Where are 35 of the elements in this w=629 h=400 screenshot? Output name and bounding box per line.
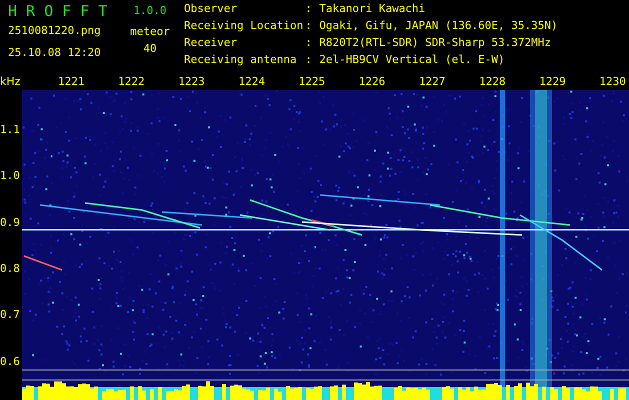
axis-label: 0.9 <box>0 214 21 231</box>
info-value: Takanori Kawachi <box>319 2 426 17</box>
axis-label: 1226 <box>358 74 386 90</box>
info-label: Receiver <box>184 36 238 51</box>
axis-label: 1.1 <box>0 122 21 138</box>
info-value: 2el-HB9CV Vertical (el. E-W) <box>319 53 506 68</box>
axis-label: 1224 <box>238 74 265 90</box>
info-value: Ogaki, Gifu, JAPAN (136.60E, 35.35N) <box>319 19 558 34</box>
axis-label: 1222 <box>118 74 145 90</box>
axis-label: 1221 <box>58 74 84 90</box>
app-title: H R O F F T <box>8 2 108 20</box>
info-label: Receiving antenna <box>184 53 298 68</box>
axis-label: 1223 <box>178 74 205 90</box>
axis-label: 1225 <box>298 74 326 90</box>
axis-label: 0.7 <box>0 307 21 324</box>
axis-label: 1229 <box>539 74 566 90</box>
info-colon: : <box>305 36 313 51</box>
info-colon: : <box>305 19 313 34</box>
info-colon: : <box>305 2 313 17</box>
file-name: 2510081220.png <box>8 24 102 38</box>
info-label: Observer <box>184 2 238 17</box>
axis-label: 1228 <box>479 74 506 90</box>
info-colon: : <box>305 53 313 68</box>
capture-datetime: 25.10.08 12:20 <box>8 46 102 60</box>
info-label: Receiving Location <box>184 19 304 34</box>
app-version: 1.0.0 <box>133 3 167 19</box>
axis-label: 1.0 <box>0 168 21 184</box>
axis-label: 1230 <box>599 74 626 90</box>
info-value: R820T2(RTL-SDR) SDR-Sharp 53.372MHz <box>319 36 552 51</box>
axis-label: 0.8 <box>0 260 21 277</box>
meteor-count: 40 <box>143 42 157 56</box>
axis-label: 1227 <box>418 74 446 90</box>
axis-unit: kHz <box>0 74 22 90</box>
axis-label: 0.6 <box>0 354 21 370</box>
count-label: meteor <box>130 25 170 39</box>
